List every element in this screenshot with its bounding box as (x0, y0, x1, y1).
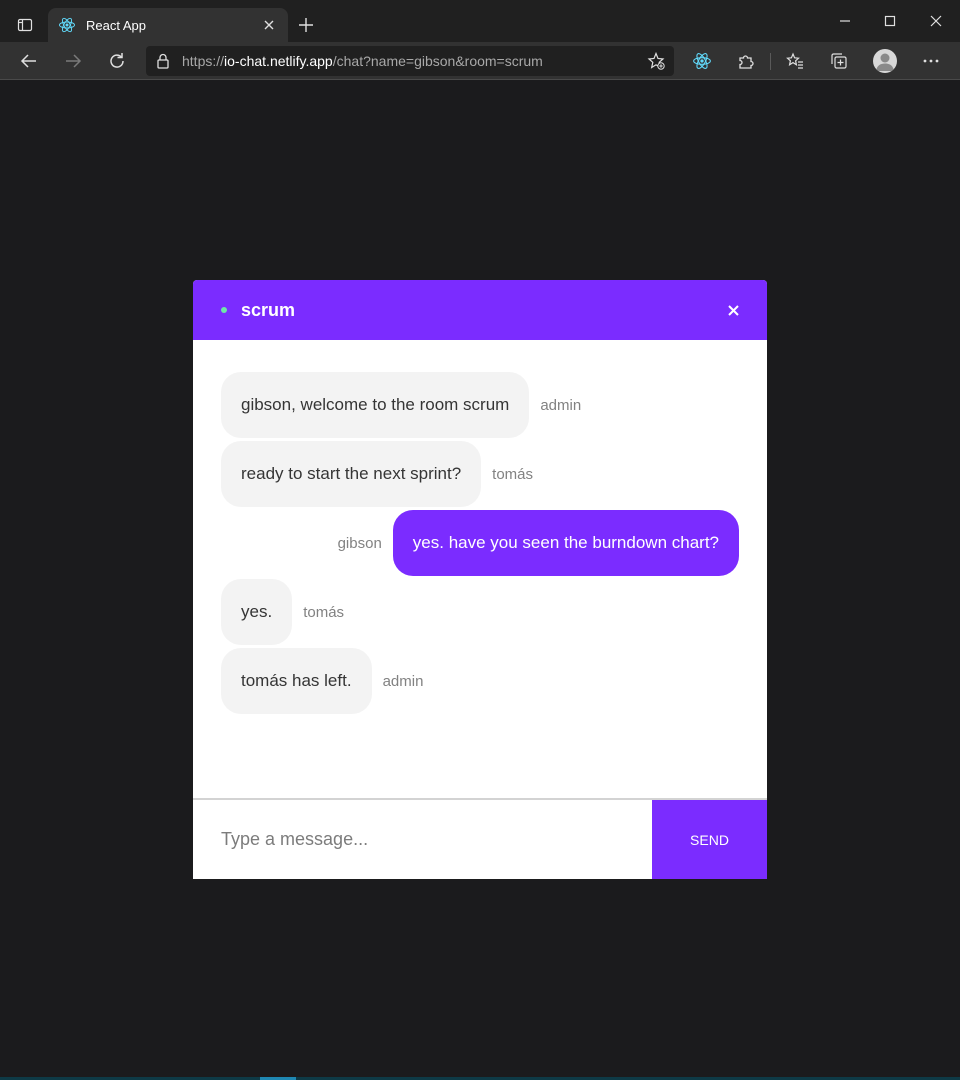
collections-icon[interactable] (825, 47, 853, 75)
message-list[interactable]: gibson, welcome to the room scrum admin … (193, 340, 767, 799)
message-item-own: gibson yes. have you seen the burndown c… (338, 510, 739, 576)
message-bubble: gibson, welcome to the room scrum (221, 372, 530, 438)
tab-actions-icon[interactable] (12, 12, 38, 38)
message-bubble: ready to start the next sprint? (221, 441, 482, 507)
online-status-icon (221, 307, 227, 313)
react-icon (58, 16, 76, 34)
more-icon[interactable] (917, 47, 945, 75)
window-close-icon[interactable] (913, 7, 959, 35)
url-text[interactable]: https://io-chat.netlify.app/chat?name=gi… (182, 53, 543, 69)
lock-icon[interactable] (156, 53, 170, 69)
url-scheme: https:// (182, 53, 225, 69)
toolbar-divider (770, 53, 771, 70)
plus-icon[interactable] (294, 13, 318, 37)
message-item: yes. tomás (221, 579, 344, 645)
close-icon[interactable] (260, 16, 278, 34)
message-sender: gibson (337, 534, 382, 552)
message-item: gibson, welcome to the room scrum admin (221, 372, 581, 438)
minimize-icon[interactable] (822, 7, 868, 35)
message-sender: admin (540, 396, 582, 414)
address-bar[interactable]: https://io-chat.netlify.app/chat?name=gi… (146, 46, 674, 76)
react-icon[interactable] (688, 47, 716, 75)
browser-tab-bar: React App (0, 0, 960, 42)
message-bubble-own: yes. have you seen the burndown chart? (392, 510, 739, 576)
url-path: /chat?name=gibson&room=scrum (332, 53, 543, 69)
maximize-icon[interactable] (867, 7, 913, 35)
chat-header: scrum (193, 280, 767, 340)
message-sender: tomás (492, 465, 534, 483)
url-host: io-chat.netlify.app (224, 53, 333, 69)
message-item: tomás has left. admin (221, 648, 423, 714)
forward-arrow-icon[interactable] (59, 47, 87, 75)
refresh-icon[interactable] (103, 47, 131, 75)
message-input[interactable] (193, 800, 652, 879)
chat-window: scrum gibson, welcome to the room scrum … (193, 280, 767, 879)
message-sender: admin (382, 672, 424, 690)
browser-tab[interactable]: React App (48, 8, 288, 42)
avatar-icon[interactable] (873, 49, 897, 73)
message-bubble: yes. (221, 579, 293, 645)
message-bubble: tomás has left. (221, 648, 372, 714)
message-composer: SEND (193, 798, 767, 879)
close-icon[interactable] (725, 302, 741, 318)
message-item: ready to start the next sprint? tomás (221, 441, 533, 507)
star-add-icon[interactable] (646, 51, 666, 71)
send-button[interactable]: SEND (652, 800, 767, 879)
message-sender: tomás (303, 603, 345, 621)
back-arrow-icon[interactable] (15, 47, 43, 75)
tab-title: React App (86, 17, 146, 33)
favorites-icon[interactable] (781, 47, 809, 75)
browser-toolbar: https://io-chat.netlify.app/chat?name=gi… (0, 42, 960, 80)
room-name: scrum (241, 299, 296, 320)
puzzle-icon[interactable] (732, 47, 760, 75)
